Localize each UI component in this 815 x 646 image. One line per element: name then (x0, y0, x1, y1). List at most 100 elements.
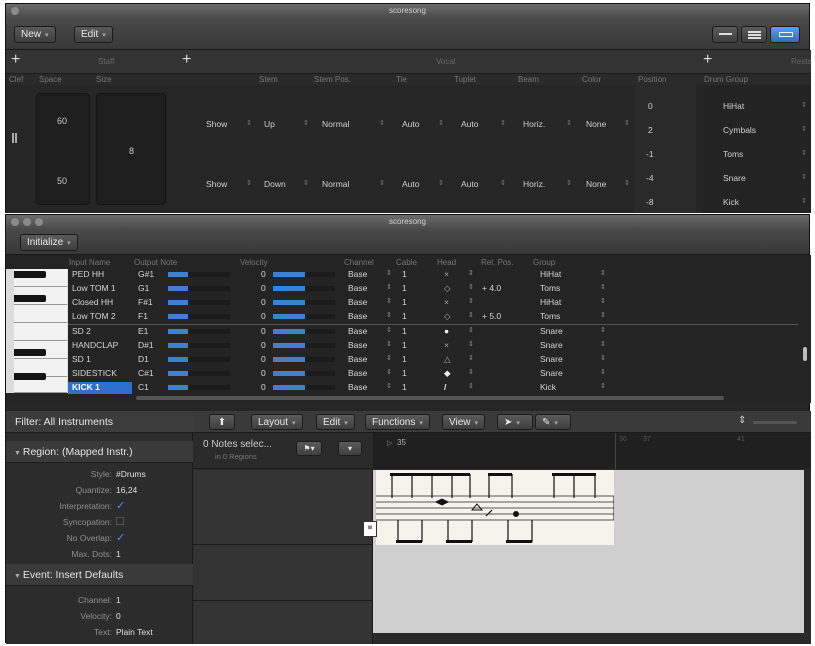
drag-handle[interactable] (12, 133, 17, 143)
catch-up-button[interactable]: ⬆ (209, 414, 235, 430)
position-value[interactable]: -1 (646, 149, 654, 159)
drum-group-item[interactable]: Toms (723, 149, 743, 159)
velocity-value[interactable]: 0 (261, 382, 266, 392)
space-field[interactable]: 60 50 (36, 93, 90, 205)
velocity-value[interactable]: 0 (261, 354, 266, 364)
velocity-value[interactable]: 0 (261, 326, 266, 336)
drum-group-item[interactable]: Snare (723, 173, 746, 183)
group-value[interactable]: HiHat (540, 269, 561, 279)
pointer-tool-menu[interactable]: ➤ ▾ (497, 414, 533, 430)
selection-filter-button[interactable]: ⚑▾ (296, 441, 322, 456)
output-note[interactable]: G#1 (138, 269, 154, 279)
stem-pos-popup[interactable]: Normal (322, 119, 349, 129)
group-value[interactable]: Toms (540, 311, 560, 321)
space-value-upper[interactable]: 60 (57, 116, 67, 126)
output-note[interactable]: F1 (138, 311, 148, 321)
head-symbol[interactable]: △ (444, 354, 451, 365)
zoom-button[interactable] (35, 218, 43, 226)
group-value[interactable]: Snare (540, 340, 563, 350)
input-name[interactable]: Closed HH (72, 297, 113, 307)
max-dots-value[interactable]: 1 (116, 549, 121, 559)
vertical-scrollbar[interactable] (803, 347, 807, 361)
cable-value[interactable]: 1 (402, 283, 407, 293)
position-value[interactable]: 0 (648, 101, 653, 111)
piano-black-key[interactable] (14, 349, 46, 356)
cable-value[interactable]: 1 (402, 340, 407, 350)
table-row[interactable]: Low TOM 1 G1 0 Base ⇕ 1 ◇ ⇕ + 4.0 Toms ⇕ (68, 283, 798, 295)
color-popup[interactable]: None (586, 179, 606, 189)
input-name[interactable]: SIDESTICK (72, 368, 117, 378)
beam-popup[interactable]: Horiz. (523, 179, 545, 189)
velocity-value[interactable]: 0 (261, 283, 266, 293)
channel-value[interactable]: Base (348, 297, 367, 307)
head-symbol[interactable]: ◇ (444, 283, 451, 294)
head-symbol[interactable]: ◆ (444, 368, 451, 379)
velocity-value[interactable]: 0 (261, 340, 266, 350)
cable-value[interactable]: 1 (402, 269, 407, 279)
link-button[interactable]: ▾ (338, 441, 362, 456)
bar-ruler[interactable]: ▷ 35 36 37 41 (373, 433, 811, 469)
piano-keyboard[interactable] (6, 269, 68, 393)
vertical-zoom-icon[interactable]: ⇕ (738, 415, 746, 426)
velocity-value[interactable]: 0 (261, 311, 266, 321)
channel-value[interactable]: Base (348, 368, 367, 378)
layout-menu[interactable]: Layout ▾ (251, 414, 303, 430)
stem-popup[interactable]: Up (264, 119, 275, 129)
view-list-button[interactable] (712, 26, 738, 43)
event-header[interactable]: ▼ Event: Insert Defaults (6, 564, 193, 586)
edit-menu[interactable]: Edit ▾ (316, 414, 355, 430)
filter-bar[interactable]: Filter: All Instruments (6, 411, 193, 433)
group-value[interactable]: HiHat (540, 297, 561, 307)
piano-black-key[interactable] (14, 295, 46, 302)
group-value[interactable]: Kick (540, 382, 556, 392)
stem-pos-popup[interactable]: Normal (322, 179, 349, 189)
horizontal-scrollbar[interactable] (136, 396, 724, 400)
color-popup[interactable]: None (586, 119, 606, 129)
piano-black-key[interactable] (14, 373, 46, 380)
group-value[interactable]: Snare (540, 354, 563, 364)
quantize-value[interactable]: 16,24 (116, 485, 137, 495)
style-value[interactable]: #Drums (116, 469, 146, 479)
input-name[interactable]: Low TOM 1 (72, 283, 116, 293)
rel-pos-value[interactable]: + 4.0 (482, 283, 501, 293)
output-note[interactable]: E1 (138, 326, 148, 336)
cable-value[interactable]: 1 (402, 354, 407, 364)
input-name[interactable]: Low TOM 2 (72, 311, 116, 321)
add-vocal-button[interactable]: + (182, 52, 196, 68)
table-row[interactable]: SD 2 E1 0 Base ⇕ 1 ● ⇕ Snare ⇕ (68, 326, 798, 338)
output-note[interactable]: C#1 (138, 368, 154, 378)
velocity-value[interactable]: 0 (261, 269, 266, 279)
position-value[interactable]: -4 (646, 173, 654, 183)
cable-value[interactable]: 1 (402, 297, 407, 307)
input-name[interactable]: HANDCLAP (72, 340, 118, 350)
drum-group-item[interactable]: HiHat (723, 101, 744, 111)
rest-popup[interactable]: Show (206, 179, 227, 189)
table-row-selected[interactable]: KICK 1 C1 0 Base ⇕ 1 / ⇕ Kick ⇕ (68, 382, 798, 394)
head-symbol[interactable]: × (444, 340, 449, 350)
stem-popup[interactable]: Down (264, 179, 286, 189)
channel-value[interactable]: Base (348, 382, 367, 392)
table-row[interactable]: SIDESTICK C#1 0 Base ⇕ 1 ◆ ⇕ Snare ⇕ (68, 368, 798, 380)
tie-popup[interactable]: Auto (402, 179, 420, 189)
size-field[interactable]: 8 (96, 93, 166, 205)
interpretation-checkbox[interactable]: ✓ (116, 499, 125, 512)
tuplet-popup[interactable]: Auto (461, 119, 479, 129)
close-button[interactable] (11, 7, 19, 15)
table-row[interactable]: HANDCLAP D#1 0 Base ⇕ 1 × ⇕ Snare ⇕ (68, 340, 798, 352)
output-note[interactable]: C1 (138, 382, 149, 392)
table-row[interactable]: PED HH G#1 0 Base ⇕ 1 × ⇕ HiHat ⇕ (68, 269, 798, 281)
channel-value[interactable]: Base (348, 269, 367, 279)
view-menu[interactable]: View ▾ (442, 414, 486, 430)
view-detail-button[interactable] (770, 26, 800, 43)
group-value[interactable]: Toms (540, 283, 560, 293)
view-rows-button[interactable] (741, 26, 767, 43)
channel-value[interactable]: Base (348, 340, 367, 350)
size-value[interactable]: 8 (129, 146, 134, 156)
cable-value[interactable]: 1 (402, 326, 407, 336)
drum-group-item[interactable]: Kick (723, 197, 739, 207)
position-value[interactable]: -8 (646, 197, 654, 207)
head-symbol[interactable]: ● (444, 326, 449, 336)
drum-group-item[interactable]: Cymbals (723, 125, 756, 135)
head-symbol[interactable]: / (444, 382, 446, 392)
tie-popup[interactable]: Auto (402, 119, 420, 129)
